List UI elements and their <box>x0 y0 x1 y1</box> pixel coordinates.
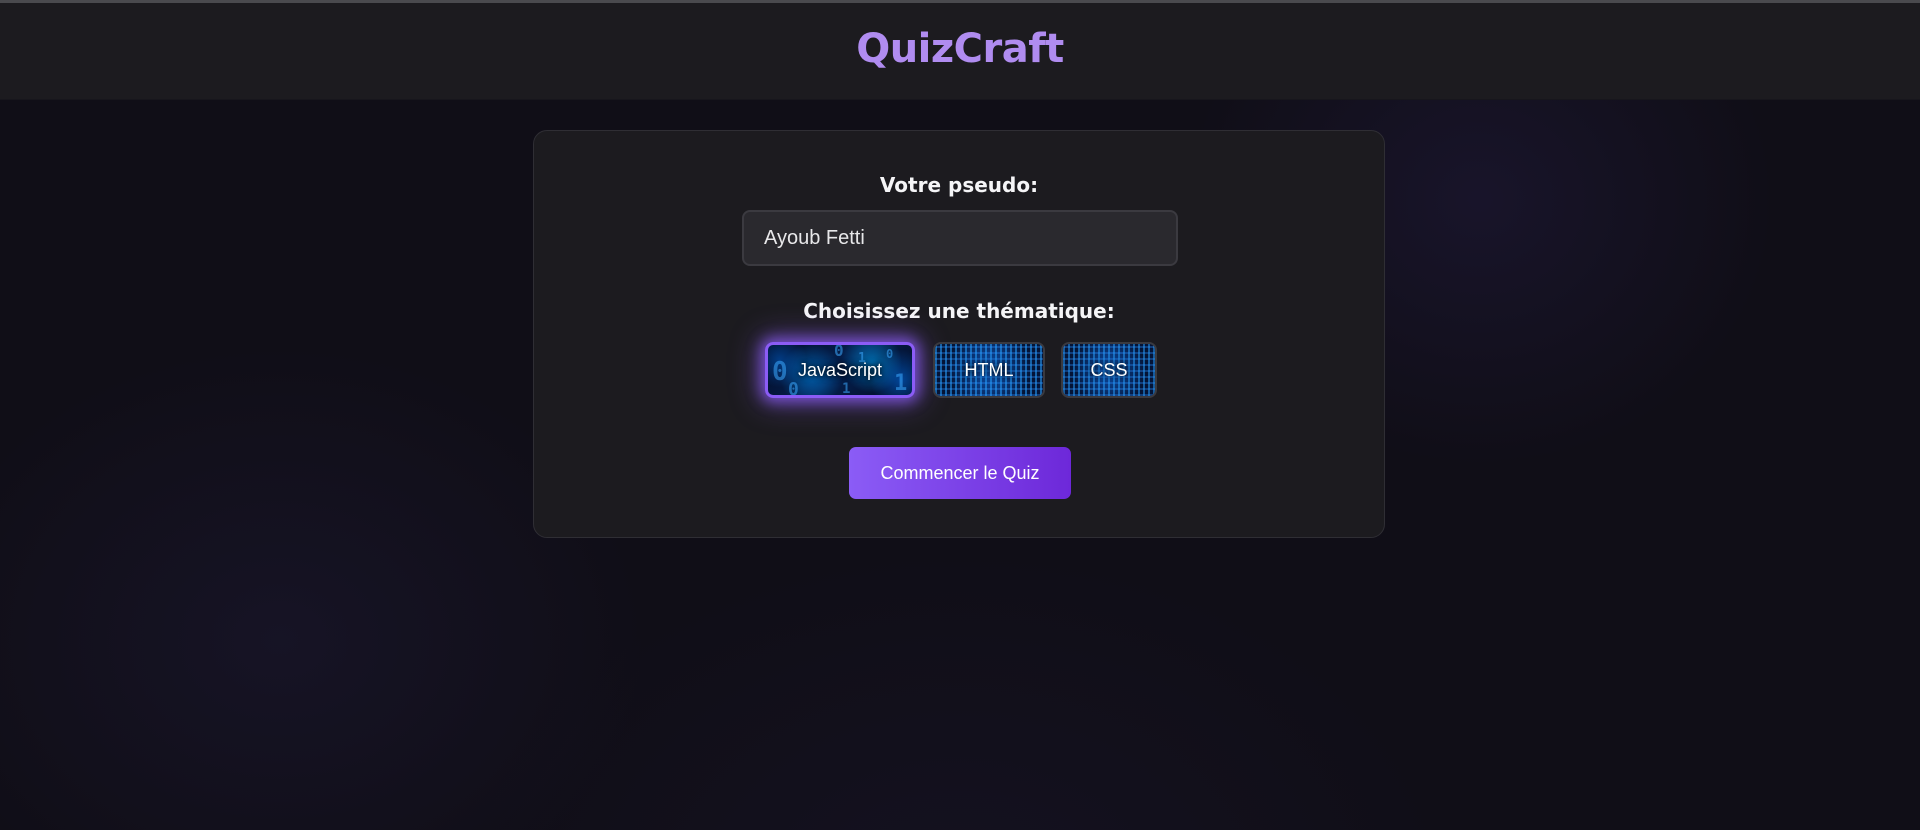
app-header: QuizCraft <box>0 3 1920 100</box>
theme-option-javascript[interactable]: 0 0 1 0 0 1 1 JavaScript <box>765 342 915 398</box>
theme-option-label: HTML <box>964 359 1014 380</box>
theme-option-label: CSS <box>1090 359 1128 380</box>
theme-label: Choisissez une thématique: <box>803 299 1115 323</box>
start-quiz-button[interactable]: Commencer le Quiz <box>849 447 1071 499</box>
pseudo-label: Votre pseudo: <box>879 173 1039 197</box>
theme-option-html[interactable]: HTML <box>933 342 1045 398</box>
theme-option-css[interactable]: CSS <box>1061 342 1157 398</box>
pseudo-input[interactable] <box>742 210 1178 266</box>
app-logo-title: QuizCraft <box>856 26 1064 72</box>
theme-options: 0 0 1 0 0 1 1 JavaScript HTML CSS <box>534 342 1384 398</box>
quiz-setup-card: Votre pseudo: Choisissez une thématique:… <box>533 130 1385 538</box>
theme-option-label: JavaScript <box>797 359 883 380</box>
